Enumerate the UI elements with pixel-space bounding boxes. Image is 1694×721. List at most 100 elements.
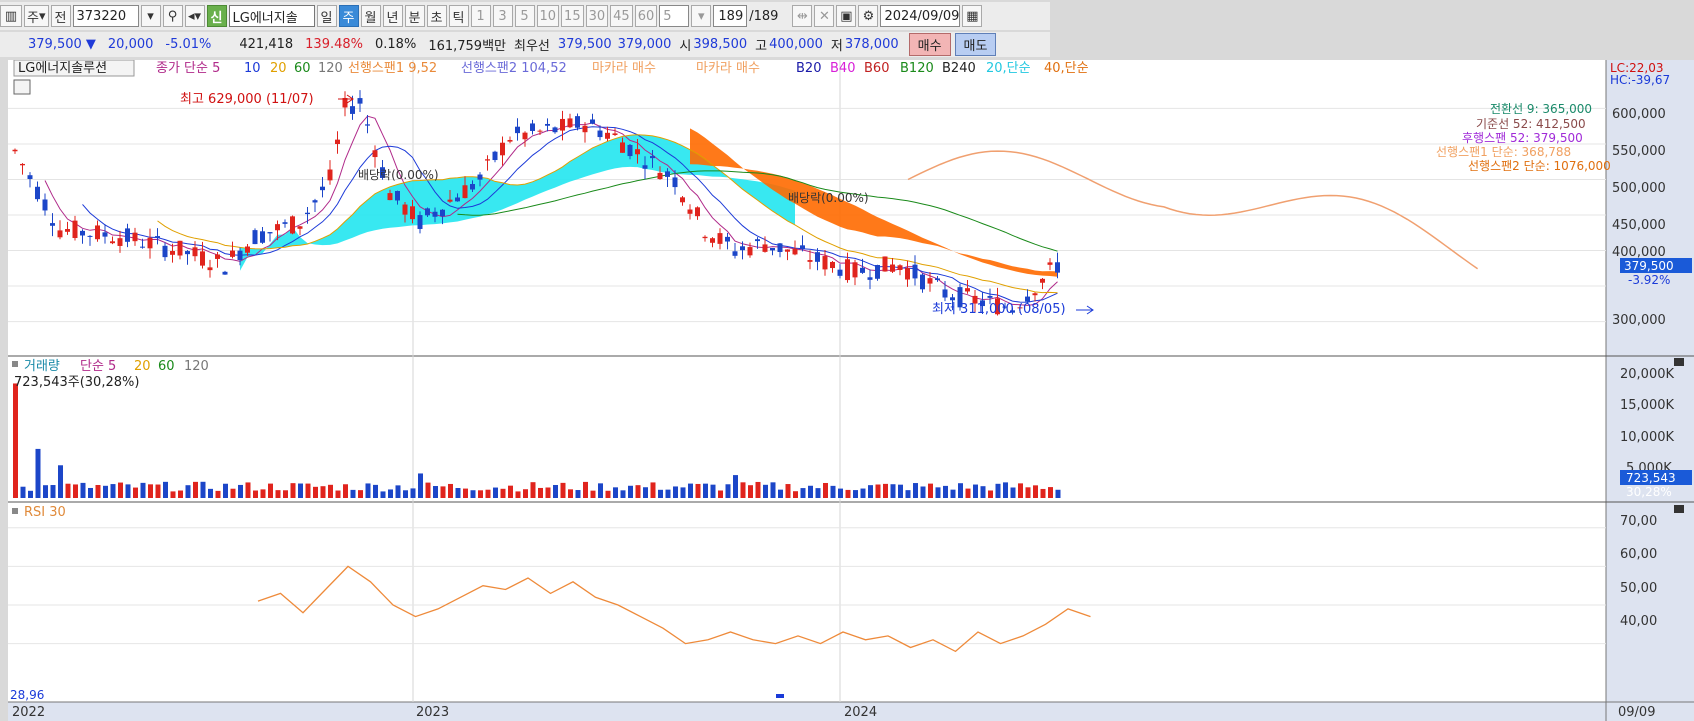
volume-bar [388,489,393,498]
volume-tick: 15,000K [1620,398,1674,413]
interval-3[interactable]: 3 [492,5,513,27]
volume-bar [395,485,401,498]
stock-name-field[interactable]: LG에너지솔 [228,5,315,27]
interval-1[interactable]: 1 [470,5,491,27]
volume-bar [290,483,296,498]
gear-icon[interactable]: ⚙ [858,5,879,27]
interval-input[interactable]: 5 [659,5,690,27]
candle-body [462,185,468,199]
dividend-note-2: 배당락(0.00%) [788,191,869,205]
volume-bar [590,490,596,498]
candle-body [237,250,243,261]
table-icon[interactable] [13,79,31,95]
candle-body [897,265,903,270]
candle-body [725,236,730,242]
interval-dropdown-icon[interactable]: ▾ [691,5,712,27]
save-icon[interactable]: ▣ [836,5,857,27]
candle-body [155,236,160,238]
period-minute[interactable]: 분 [404,5,425,27]
volume-bar [718,490,723,498]
candle-body [710,238,715,243]
interval-45[interactable]: 45 [610,5,633,27]
candle-body [770,247,775,251]
candle-body [642,165,648,169]
volume-bar [20,486,26,498]
stock-chart[interactable]: LG에너지솔루션 종가 단순 5 10 20 60 120 선행스팬1 9,52… [8,60,1694,721]
volume-bar [455,488,461,498]
search-icon[interactable]: ⚲ [162,5,183,27]
prev-button[interactable]: 전 [50,5,71,27]
date-input[interactable]: 2024/09/09 [880,5,961,27]
candle-body [350,106,355,114]
candle-body [590,119,595,124]
volume-bar [335,490,341,498]
volume-current-pct: 30,28% [1626,485,1672,499]
volume-bar [890,484,896,498]
volume-bar [913,483,918,498]
period-month[interactable]: 월 [360,5,381,27]
volume-bar [575,490,581,498]
period-year[interactable]: 년 [382,5,403,27]
volume-bar [73,484,78,498]
legend-stock-name: LG에너지솔루션 [18,61,107,76]
candle-body [717,233,723,244]
candle-body [680,197,685,203]
period-tick[interactable]: 틱 [448,5,469,27]
interval-30[interactable]: 30 [585,5,609,27]
candle-body [657,172,663,180]
volume-bar [208,488,213,498]
volume-bar [485,489,491,498]
sell-button[interactable]: 매도 [954,33,997,56]
volume-current-value: 723,543 [1626,471,1676,485]
period-week[interactable]: 주 [338,5,359,27]
period-select[interactable]: 주 ▾ [24,5,49,27]
volume-legend-ma120: 120 [184,359,209,374]
candle-body [320,186,325,191]
volume-bar [560,482,566,498]
candle-body [185,251,190,255]
candle-body [170,251,175,255]
crosshair-icon[interactable]: ✕ [814,5,835,27]
candle-body [942,289,948,298]
candle-body [530,123,535,131]
rsi-panel-close-icon[interactable] [1674,505,1684,513]
candle-body [650,156,655,159]
candle-body [402,204,408,215]
candle-body [290,216,295,234]
volume-bar [635,485,641,498]
code-dropdown-icon[interactable]: ▾ [140,5,161,27]
volume-bar [1033,485,1038,498]
compare-icon[interactable]: ⇹ [792,5,813,27]
interval-60[interactable]: 60 [634,5,658,27]
interval-5[interactable]: 5 [514,5,535,27]
candle-body [597,130,603,138]
candle-body [935,278,940,281]
rsi-marker [776,694,784,698]
calendar-icon[interactable]: ▦ [962,5,983,27]
buy-button[interactable]: 매수 [908,33,951,56]
volume-panel-close-icon[interactable] [1674,358,1684,366]
interval-15[interactable]: 15 [561,5,584,27]
interval-10[interactable]: 10 [536,5,560,27]
volume: 421,418 [239,37,294,52]
layout-icon[interactable]: ▥ [0,5,22,27]
speaker-icon[interactable]: ◂▾ [184,5,205,27]
candle-body [875,264,880,279]
legend-ma120: 120 [318,61,343,76]
period-day[interactable]: 일 [316,5,337,27]
price-tick: 500,000 [1612,181,1666,196]
leading-span2-label: 선행스팬2 단순: 1076,000 [1468,158,1611,173]
volume-bar [230,488,236,498]
candle-body [57,230,63,238]
period-second[interactable]: 초 [426,5,447,27]
toolbar: ▥ 주 ▾ 전 373220 ▾ ⚲ ◂▾ 신 LG에너지솔 일 주 월 년 분 … [0,2,1050,30]
legend-b20: B20 [796,61,821,76]
candle-body [477,174,483,180]
volume-bar [193,481,198,498]
volume-bar [13,383,18,498]
candle-body [890,264,895,272]
volume-bar [800,488,806,498]
code-input[interactable]: 373220 [72,5,139,27]
count-input[interactable]: 189 [713,5,748,27]
volume-bar [785,484,791,498]
